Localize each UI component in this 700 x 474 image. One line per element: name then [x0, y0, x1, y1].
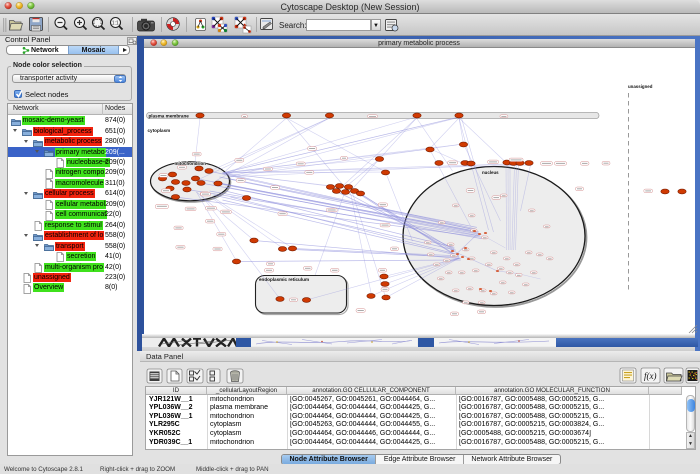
svg-text:1:1: 1:1: [112, 21, 119, 27]
svg-text:cytoplasm: cytoplasm: [147, 128, 170, 133]
svg-text:mitochondrion: mitochondrion: [174, 160, 206, 165]
svg-text:unassigned: unassigned: [628, 84, 653, 89]
svg-text:endoplasmic reticulum: endoplasmic reticulum: [259, 277, 309, 282]
svg-text:f(x): f(x): [644, 371, 657, 381]
svg-text:plasma membrane: plasma membrane: [148, 113, 189, 118]
svg-text:nucleus: nucleus: [482, 170, 499, 175]
